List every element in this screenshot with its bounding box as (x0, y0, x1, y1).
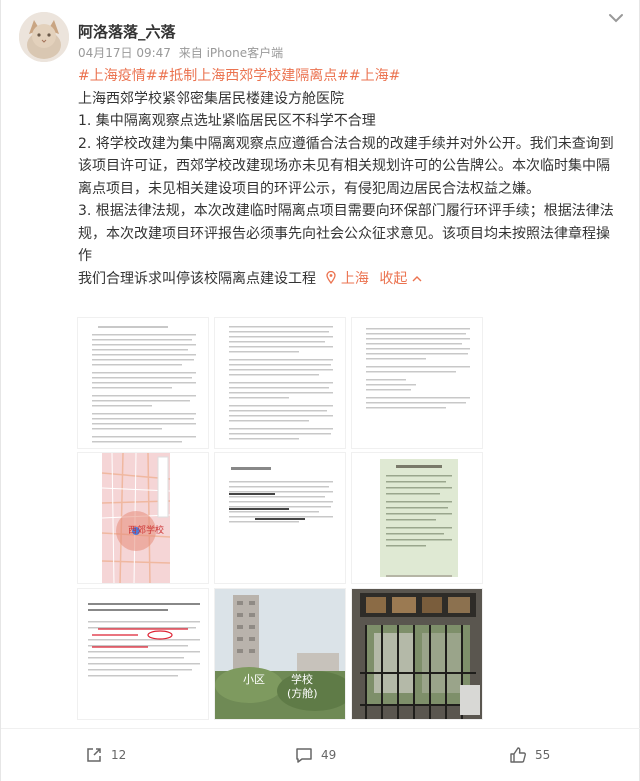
like-button[interactable]: 55 (509, 745, 550, 765)
image-document-6[interactable] (77, 588, 209, 720)
image-document-3[interactable] (351, 317, 483, 449)
author-name[interactable]: 阿洛落落_六落 (78, 21, 176, 42)
image-document-4[interactable] (214, 452, 346, 584)
post-line-2: 2. 将学校改建为集中隔离观察点应遵循合法合规的改建手续并对外公开。我们未查询到… (78, 135, 614, 197)
location-link[interactable]: 上海 (326, 270, 373, 287)
action-toolbar: 12 49 55 (1, 728, 640, 781)
post-tags[interactable]: #上海疫情##抵制上海西郊学校建隔离点##上海# (78, 65, 623, 88)
post-meta: 04月17日 09:47 来自 iPhone客户端 (78, 44, 287, 61)
chevron-up-icon (412, 275, 422, 281)
post-line-title: 上海西郊学校紧邻密集居民楼建设方舱医院 (78, 90, 344, 107)
avatar[interactable] (19, 12, 69, 62)
comment-button[interactable]: 49 (295, 745, 336, 765)
image-photo-window[interactable] (351, 588, 483, 720)
collapse-label: 收起 (379, 270, 408, 287)
image-document-1[interactable] (77, 317, 209, 449)
post-date[interactable]: 04月17日 09:47 (78, 46, 171, 60)
post-line-last: 我们合理诉求叫停该校隔离点建设工程 上海 收起 (78, 268, 623, 291)
image-photo-buildings[interactable]: 小区 学校 (方舱) (214, 588, 346, 720)
image-document-2[interactable] (214, 317, 346, 449)
share-button[interactable]: 12 (85, 745, 126, 765)
weibo-post-card: 阿洛落落_六落 04月17日 09:47 来自 iPhone客户端 #上海疫情#… (0, 0, 640, 781)
more-chevron-icon[interactable] (607, 10, 625, 24)
post-line-1: 1. 集中隔离观察点选址紧临居民区不科学不合理 (78, 113, 376, 129)
location-label: 上海 (340, 270, 369, 287)
share-icon (87, 748, 101, 762)
comment-count: 49 (321, 748, 337, 762)
share-count: 12 (111, 748, 127, 762)
like-count: 55 (535, 748, 551, 762)
post-source: 来自 iPhone客户端 (178, 46, 284, 60)
post-line-appeal: 我们合理诉求叫停该校隔离点建设工程 (78, 270, 316, 287)
collapse-link[interactable]: 收起 (379, 270, 422, 287)
image-grid: 西郊学校 小区 学校 (方舱) (77, 317, 483, 720)
image-document-5[interactable] (351, 452, 483, 584)
post-line-3: 3. 根据法律法规，本次改建临时隔离点项目需要向环保部门履行环评手续；根据法律法… (78, 203, 614, 264)
image-map[interactable]: 西郊学校 (77, 452, 209, 584)
like-icon (510, 747, 526, 763)
map-school-label: 西郊学校 (128, 524, 164, 536)
location-icon (326, 270, 337, 284)
photo-label-fangcang: (方舱) (287, 686, 318, 700)
comment-icon (296, 748, 312, 763)
photo-label-school: 学校 (291, 672, 313, 686)
photo-label-xiaoqu: 小区 (243, 673, 265, 686)
post-content: #上海疫情##抵制上海西郊学校建隔离点##上海# 上海西郊学校紧邻密集居民楼建设… (78, 65, 623, 290)
